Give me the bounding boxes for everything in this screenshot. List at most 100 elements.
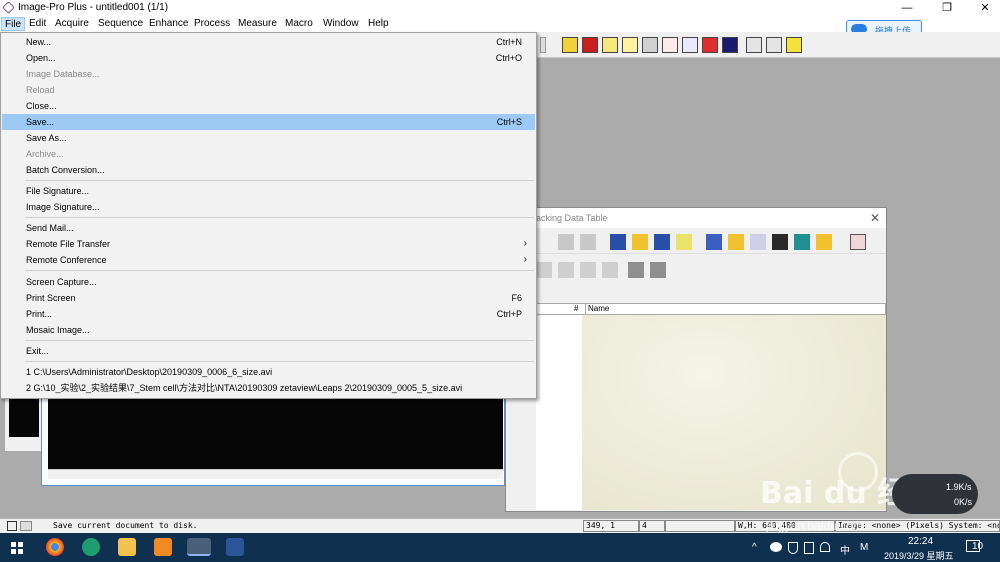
menu-remote-conference[interactable]: Remote Conference › [2,252,535,268]
app-green-icon[interactable] [82,538,100,556]
title-bar: Image-Pro Plus - untitled001 (1/1) — ❐ ✕ [0,0,1000,16]
menu-window[interactable]: Window [320,17,362,31]
menu-new[interactable]: New... Ctrl+N [2,34,535,50]
image-window[interactable] [41,396,505,486]
small-image-window[interactable] [4,396,42,452]
menu-print[interactable]: Print... Ctrl+P [2,306,535,322]
track-measure-icon[interactable] [772,234,788,250]
menu-sequence[interactable]: Sequence [95,17,146,31]
cloud-tray-icon[interactable] [770,542,782,552]
image-pro-taskbar-icon[interactable] [187,538,211,556]
menu-exit[interactable]: Exit... [2,343,535,359]
cube-icon[interactable] [702,37,718,53]
track-select-icon[interactable] [632,234,648,250]
menu-separator [25,361,534,362]
restore-button[interactable]: ❐ [940,1,954,15]
delete-icon[interactable] [580,234,596,250]
graph-icon[interactable] [682,37,698,53]
track-options-icon[interactable] [816,234,832,250]
tracking-toolbar-bottom [506,258,886,282]
status-square-icon[interactable] [7,521,17,531]
menu-batch-conversion[interactable]: Batch Conversion... [2,162,535,178]
menu-batch-conversion-label: Batch Conversion... [26,165,105,175]
bar-icon[interactable] [622,37,638,53]
line-profile-icon[interactable] [602,37,618,53]
menu-acquire[interactable]: Acquire [52,17,92,31]
filter-icon[interactable] [746,37,762,53]
track-auto-icon[interactable] [676,234,692,250]
track-cut2-icon[interactable] [558,262,574,278]
app-logo-icon [2,1,15,14]
track-join-icon[interactable] [706,234,722,250]
menu-save[interactable]: Save... Ctrl+S [2,114,535,130]
submenu-arrow-icon: › [523,254,527,265]
volume-icon[interactable] [820,542,830,552]
menu-edit[interactable]: Edit [26,17,49,31]
table-icon[interactable] [722,37,738,53]
menu-image-database[interactable]: Image Database... [2,66,535,82]
menu-reload[interactable]: Reload [2,82,535,98]
track-remove-all-icon[interactable] [650,262,666,278]
menu-recent-file-2[interactable]: 2 G:\10_实验\2_实验结果\7_Stem cell\方法对比\NTA\2… [2,380,535,396]
menu-enhance[interactable]: Enhance [146,17,191,31]
menu-help[interactable]: Help [365,17,392,31]
track-cut3-icon[interactable] [580,262,596,278]
menu-save-as[interactable]: Save As... [2,130,535,146]
menu-measure[interactable]: Measure [235,17,280,31]
column-name[interactable]: Name [585,304,609,314]
menu-archive[interactable]: Archive... [2,146,535,162]
chrome-icon[interactable] [46,538,64,556]
menu-process[interactable]: Process [191,17,233,31]
clock-date[interactable]: 2019/3/29 星期五 [884,549,954,562]
word-icon[interactable] [226,538,244,556]
menu-screen-capture[interactable]: Screen Capture... [2,274,535,290]
menu-send-mail[interactable]: Send Mail... [2,220,535,236]
copy-icon[interactable] [558,234,574,250]
track-cut-icon[interactable] [536,262,552,278]
toolbar-grip-icon [540,37,546,53]
menu-open[interactable]: Open... Ctrl+O [2,50,535,66]
menu-file-signature-label: File Signature... [26,186,90,196]
menu-file-signature[interactable]: File Signature... [2,183,535,199]
menu-recent-file-1[interactable]: 1 C:\Users\Administrator\Desktop\2019030… [2,364,535,380]
menu-file[interactable]: File [1,17,26,31]
menu-close[interactable]: Close... [2,98,535,114]
track-export-icon[interactable] [794,234,810,250]
track-split-icon[interactable] [728,234,744,250]
pencil-icon[interactable] [786,37,802,53]
color-map-icon[interactable] [582,37,598,53]
camera-icon[interactable] [642,37,658,53]
ime-label[interactable]: 中 [840,542,850,557]
status-message: Save current document to disk. [53,521,198,530]
track-filter-icon[interactable] [750,234,766,250]
shield-icon[interactable] [788,542,798,554]
status-window-icon[interactable] [20,521,32,531]
windows-start-icon[interactable] [11,542,23,554]
battery-icon[interactable] [804,542,814,554]
menu-macro[interactable]: Macro [282,17,316,31]
menu-mosaic-image[interactable]: Mosaic Image... [2,322,535,338]
minimize-button[interactable]: — [900,1,914,15]
file-explorer-icon[interactable] [118,538,136,556]
close-button[interactable]: ✕ [978,1,992,15]
tracking-close-button[interactable]: ✕ [870,211,880,225]
menu-remote-file-transfer[interactable]: Remote File Transfer › [2,236,535,252]
status-coordinates: 349, 1 [583,520,639,532]
document-icon[interactable] [766,37,782,53]
histogram-icon[interactable] [562,37,578,53]
track-cut4-icon[interactable] [602,262,618,278]
track-edit-icon[interactable] [654,234,670,250]
menu-exit-label: Exit... [26,346,49,356]
track-chart-icon[interactable] [850,234,866,250]
tracking-data-table-window[interactable]: acking Data Table ✕ # Name [505,207,887,512]
app-orange-icon[interactable] [154,538,172,556]
menu-print-screen[interactable]: Print Screen F6 [2,290,535,306]
track-add-icon[interactable] [610,234,626,250]
track-remove-icon[interactable] [628,262,644,278]
menu-image-signature[interactable]: Image Signature... [2,199,535,215]
tray-expand-icon[interactable]: ^ [752,542,757,553]
clock-time[interactable]: 22:24 [908,536,933,547]
horizontal-scrollbar[interactable] [48,469,503,479]
chart-icon[interactable] [662,37,678,53]
ime-mode[interactable]: M [860,542,868,553]
